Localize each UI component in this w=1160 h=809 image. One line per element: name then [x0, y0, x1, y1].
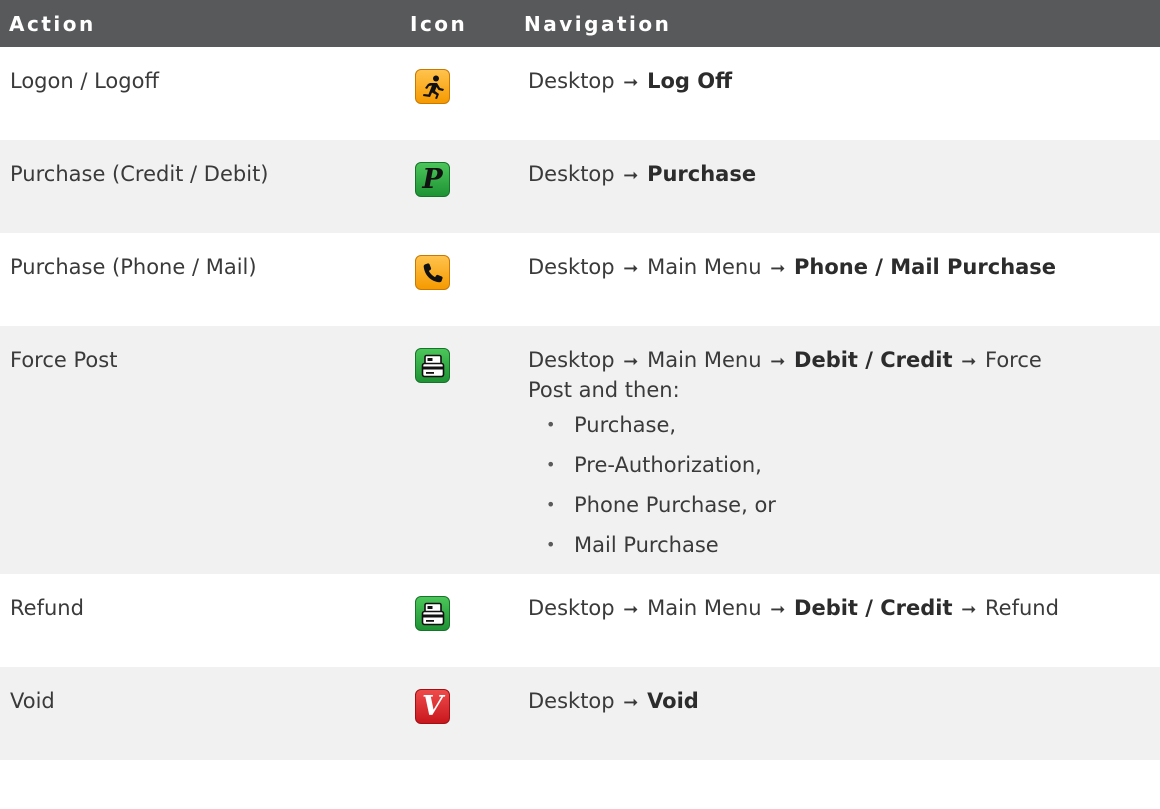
card-reader-icon [415, 348, 450, 383]
arrow-icon: ➞ [961, 599, 977, 620]
table-row: Refund Desktop ➞ Main Menu ➞ Debit / Cre… [0, 574, 1160, 667]
table-row: Purchase (Phone / Mail) Desktop ➞ Main M… [0, 233, 1160, 326]
arrow-icon: ➞ [623, 258, 639, 279]
header-action: Action [9, 11, 96, 36]
arrow-icon: ➞ [623, 351, 639, 372]
table-row: Void V Desktop ➞ Void [0, 667, 1160, 760]
list-item: Phone Purchase, or [546, 485, 1150, 525]
action-label: Refund [10, 596, 84, 620]
action-label: Purchase (Credit / Debit) [10, 162, 269, 186]
arrow-icon: ➞ [623, 692, 639, 713]
runner-icon [415, 69, 450, 104]
navigation-table: Action Icon Navigation Logon / Logoff De… [0, 0, 1160, 760]
action-label: Purchase (Phone / Mail) [10, 255, 257, 279]
navigation-path: Desktop ➞ Log Off [528, 69, 733, 93]
navigation-path: Desktop ➞ Void [528, 689, 699, 713]
arrow-icon: ➞ [623, 599, 639, 620]
table-header: Action Icon Navigation [0, 0, 1160, 47]
navigation-path: Desktop ➞ Main Menu ➞ Phone / Mail Purch… [528, 255, 1057, 279]
purchase-p-icon: P [415, 162, 450, 197]
table-row: Force Post Desktop ➞ Main Menu ➞ Debit /… [0, 326, 1160, 574]
action-label: Force Post [10, 348, 118, 372]
option-list: Purchase, Pre-Authorization, Phone Purch… [528, 405, 1150, 565]
arrow-icon: ➞ [770, 258, 786, 279]
navigation-path: Desktop ➞ Main Menu ➞ Debit / Credit ➞ R… [528, 596, 1059, 620]
arrow-icon: ➞ [770, 351, 786, 372]
navigation-path: Desktop ➞ Purchase [528, 162, 757, 186]
navigation-path: Desktop ➞ Main Menu ➞ Debit / Credit ➞ F… [516, 326, 1160, 565]
header-icon: Icon [410, 11, 468, 36]
arrow-icon: ➞ [623, 72, 639, 93]
table-row: Purchase (Credit / Debit) P Desktop ➞ Pu… [0, 140, 1160, 233]
list-item: Pre-Authorization, [546, 445, 1150, 485]
list-item: Mail Purchase [546, 525, 1150, 565]
action-label: Void [10, 689, 55, 713]
arrow-icon: ➞ [770, 599, 786, 620]
arrow-icon: ➞ [961, 351, 977, 372]
list-item: Purchase, [546, 405, 1150, 445]
table-row: Logon / Logoff Desktop ➞ Log Off [0, 47, 1160, 140]
phone-icon [415, 255, 450, 290]
action-label: Logon / Logoff [10, 69, 159, 93]
header-navigation: Navigation [524, 11, 672, 36]
card-reader-icon [415, 596, 450, 631]
arrow-icon: ➞ [623, 165, 639, 186]
void-v-icon: V [415, 689, 450, 724]
